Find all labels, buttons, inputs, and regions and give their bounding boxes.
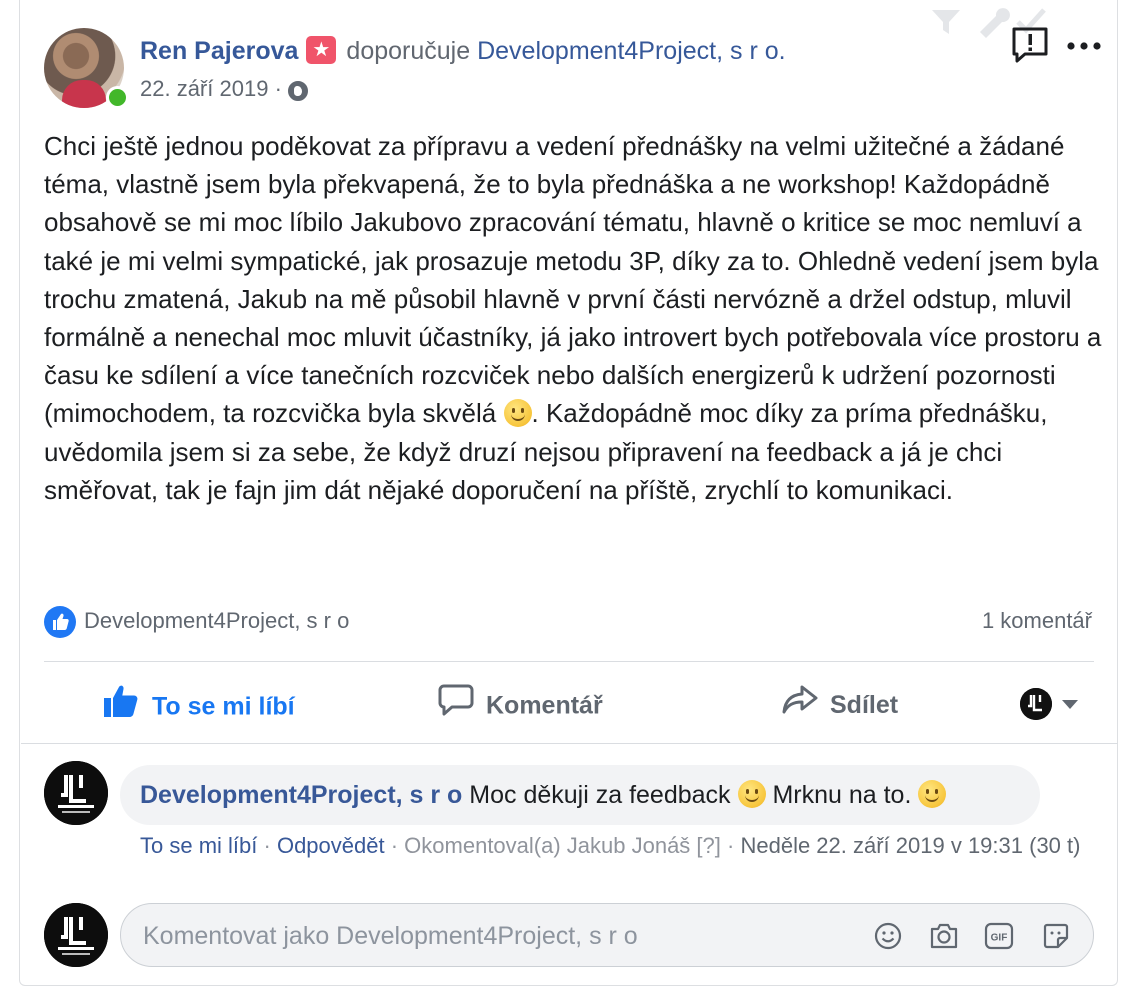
comment-meta: To se mi líbí · Odpovědět · Okomentoval(…: [140, 833, 1100, 859]
meta-separator: ·: [390, 833, 399, 858]
post-as-selector[interactable]: [1020, 688, 1078, 720]
divider: [21, 743, 1118, 744]
author-name[interactable]: Ren Pajerova: [140, 37, 298, 65]
comment-author[interactable]: Development4Project, s r o: [140, 781, 462, 809]
like-button[interactable]: To se mi líbí: [102, 683, 295, 727]
smile-emoji-icon: [737, 780, 766, 808]
comment-composer: GIF: [120, 903, 1094, 967]
smile-emoji-icon: [918, 780, 947, 808]
globe-icon: [288, 81, 309, 101]
comment-label: Komentář: [486, 691, 603, 720]
composer-avatar: [44, 903, 108, 967]
recommended-page-link[interactable]: Development4Project, s r o.: [477, 37, 785, 65]
emoji-icon[interactable]: [873, 921, 903, 951]
comment-icon: [438, 683, 474, 731]
post-date[interactable]: 22. září 2019: [140, 76, 268, 101]
smile-emoji-icon: [503, 399, 532, 428]
camera-icon[interactable]: [928, 921, 958, 951]
share-label: Sdílet: [830, 691, 899, 719]
comment-text-2: Mrknu na to.: [772, 781, 912, 809]
date-separator: ·: [274, 76, 282, 101]
meta-separator: ·: [727, 833, 735, 858]
online-status-dot: [106, 86, 129, 109]
recommend-badge-icon: [306, 36, 337, 64]
post-header: Ren Pajerova doporučuje Development4Proje…: [140, 36, 786, 66]
sticker-icon[interactable]: [1041, 921, 1071, 951]
meta-separator: ·: [263, 833, 271, 858]
comment-reply-link[interactable]: Odpovědět: [277, 833, 385, 858]
liked-by-text[interactable]: Development4Project, s r o: [84, 608, 349, 634]
comment-button[interactable]: Komentář: [438, 683, 603, 727]
comment-text-1: Moc děkuji za feedback: [469, 781, 731, 809]
comment-input[interactable]: [141, 914, 845, 958]
post-meta: 22. září 2019 ·: [140, 76, 309, 102]
divider: [44, 661, 1094, 662]
chevron-down-icon: [1062, 699, 1078, 709]
commenter-avatar[interactable]: [44, 761, 108, 825]
page-avatar: [1020, 688, 1052, 720]
comment-body: Development4Project, s r o Moc děkuji za…: [140, 780, 947, 810]
wrench-icon: [980, 8, 1010, 38]
share-icon: [782, 683, 818, 729]
post-text-part1: Chci ještě jednou poděkovat za přípravu …: [44, 131, 1102, 429]
comment-count[interactable]: 1 komentář: [982, 608, 1092, 634]
gif-icon[interactable]: GIF: [984, 921, 1014, 951]
svg-text:GIF: GIF: [991, 933, 1008, 944]
more-icon[interactable]: [1066, 38, 1102, 56]
recommend-action: doporučuje: [346, 37, 471, 65]
report-icon[interactable]: [1011, 26, 1051, 69]
commented-by[interactable]: Okomentoval(a) Jakub Jonáš [?]: [404, 833, 721, 858]
comment-like-link[interactable]: To se mi líbí: [140, 833, 257, 858]
comment-timestamp[interactable]: Neděle 22. září 2019 v 19:31 (30 t): [740, 833, 1080, 858]
like-icon: [102, 683, 140, 733]
filter-icon: [932, 10, 960, 34]
like-label: To se mi líbí: [152, 692, 295, 721]
share-button[interactable]: Sdílet: [782, 683, 898, 727]
post-text: Chci ještě jednou poděkovat za přípravu …: [44, 127, 1104, 509]
like-reaction-icon[interactable]: [44, 606, 76, 638]
